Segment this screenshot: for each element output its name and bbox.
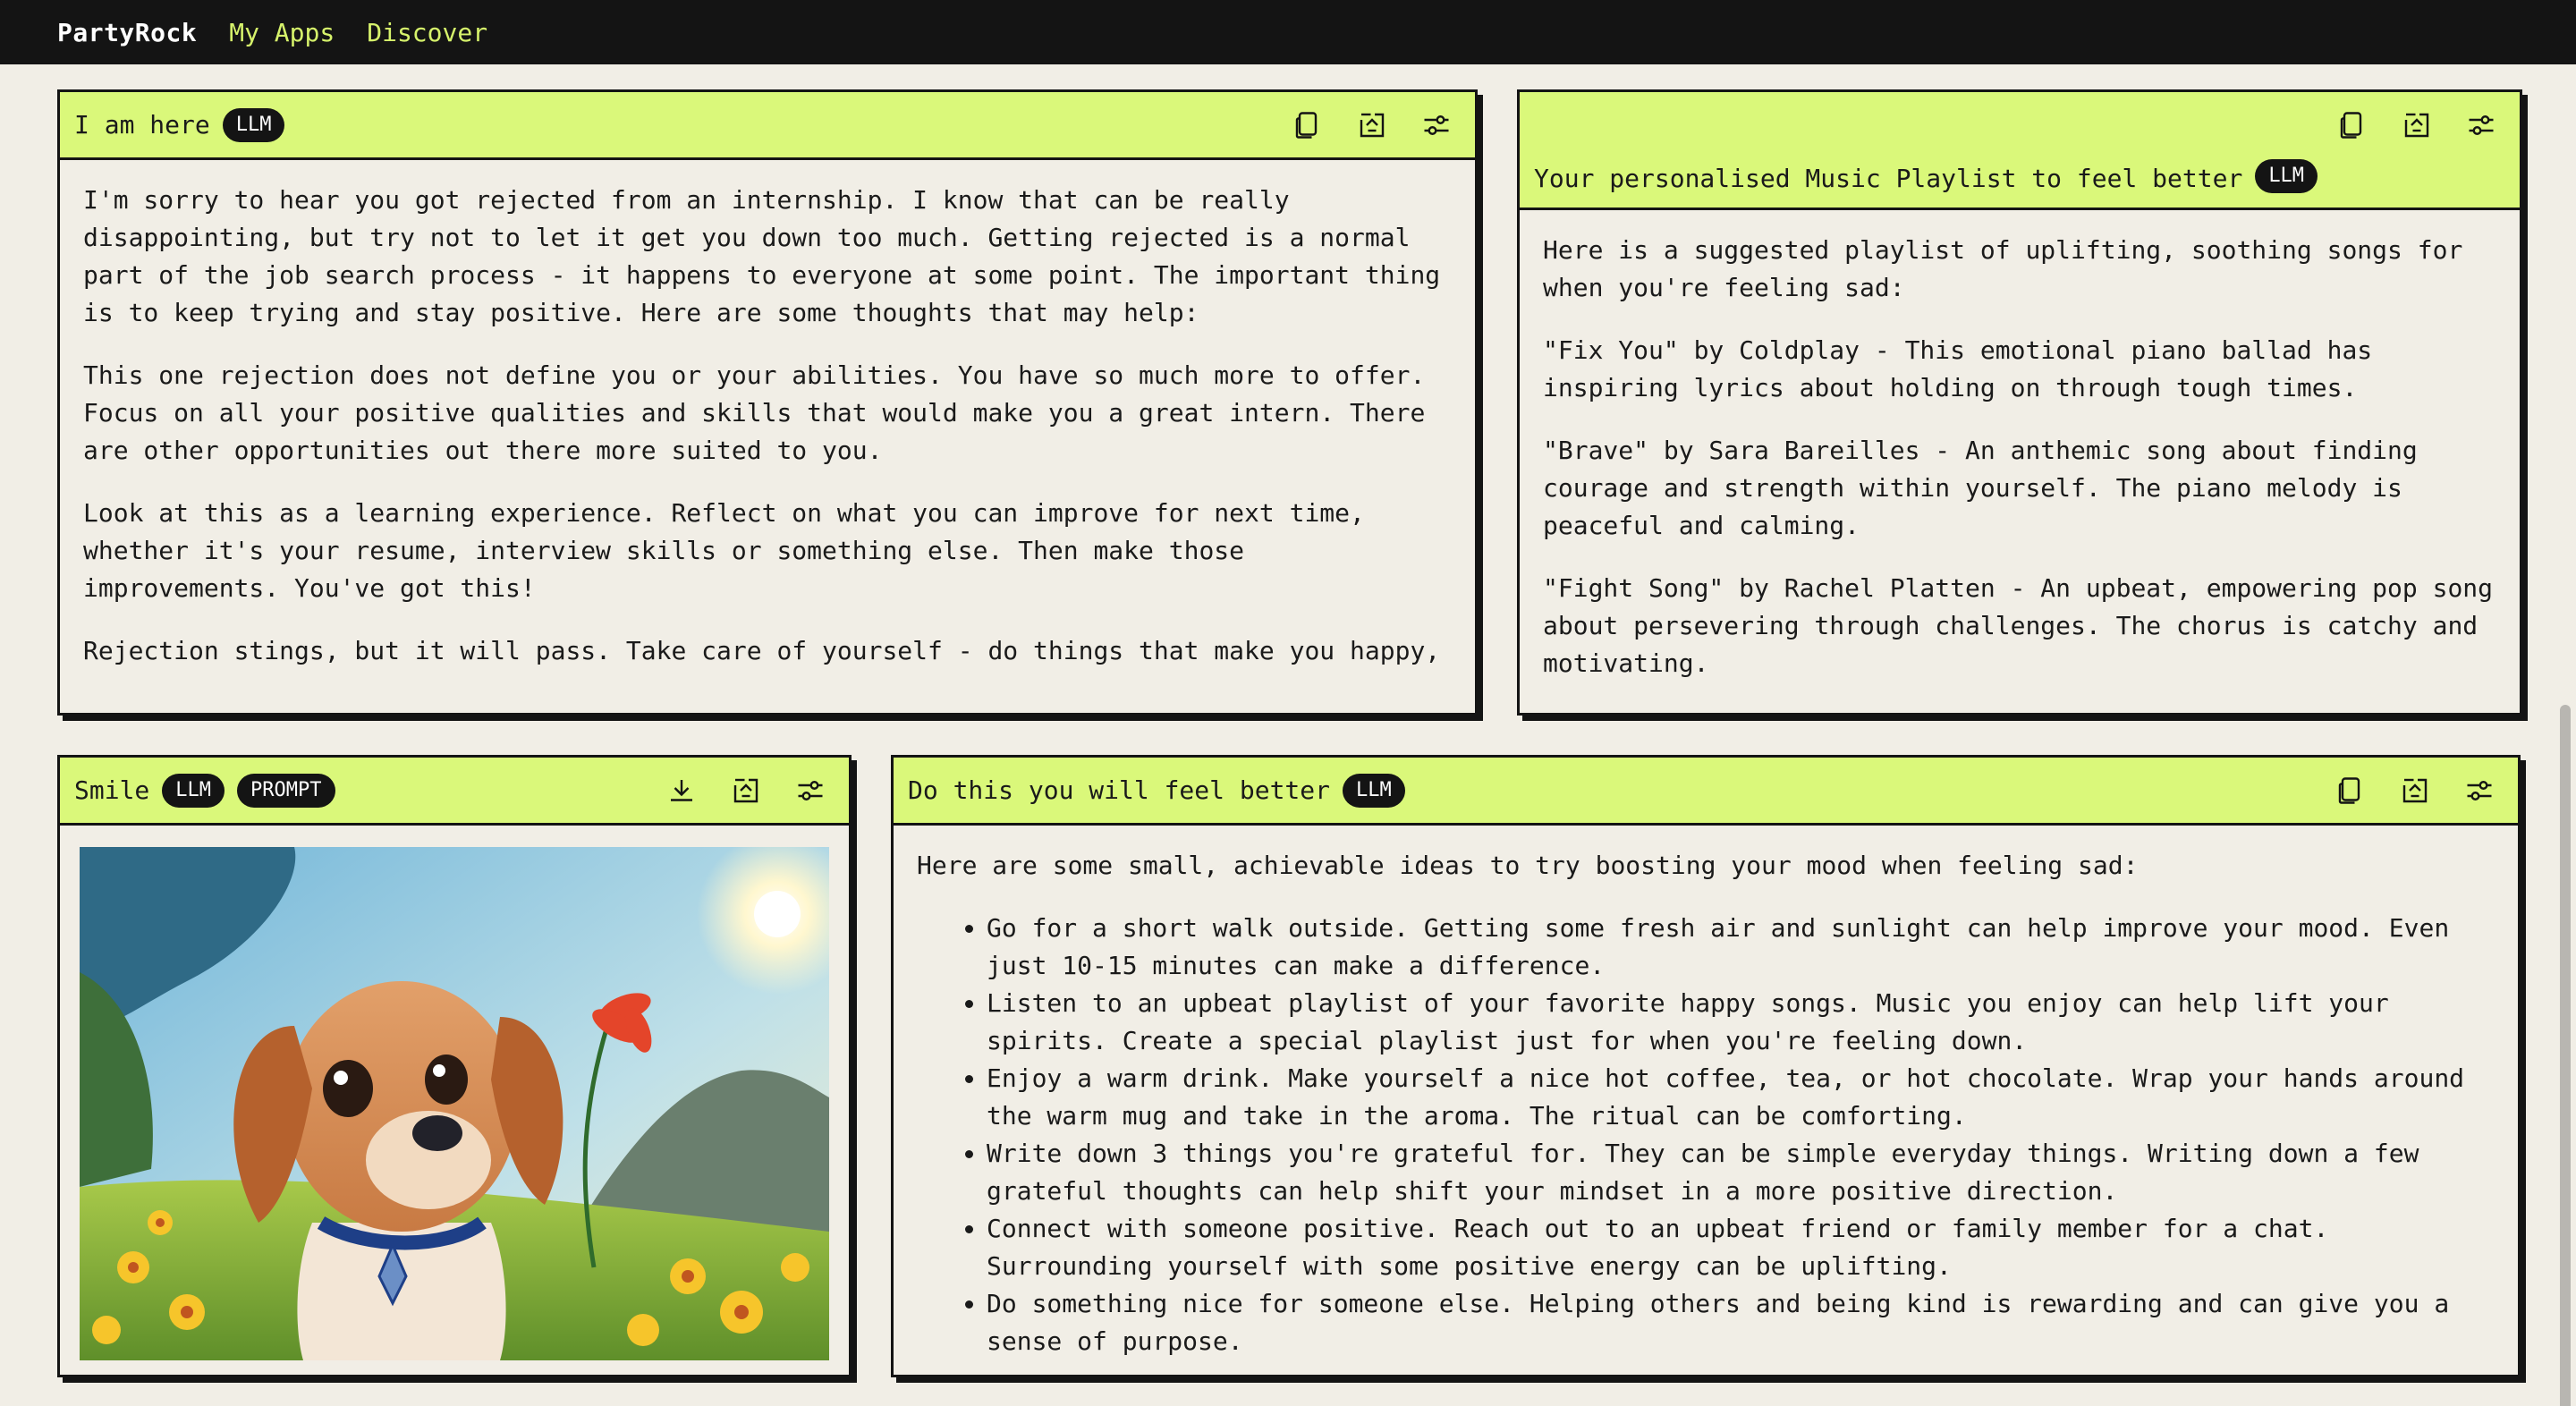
widget-toolbar [1291,108,1453,142]
copy-icon[interactable] [1291,108,1325,142]
widget-smile-image: Smile LLM PROMPT [57,755,852,1377]
widget-header: Your personalised Music Playlist to feel… [1520,92,2520,210]
response-paragraph: "Fix You" by Coldplay - This emotional p… [1543,335,2373,402]
export-icon[interactable] [729,774,763,808]
response-paragraph: Rejection stings, but it will pass. Take… [83,636,1441,665]
copy-icon[interactable] [2334,774,2368,808]
top-nav: PartyRock My Apps Discover [0,0,2576,64]
response-paragraph: "Brave" by Sara Bareilles - An anthemic … [1543,436,2418,540]
widget-header: Do this you will feel better LLM [894,758,2518,826]
llm-badge: LLM [1343,773,1405,808]
llm-badge: LLM [162,773,225,808]
llm-badge: LLM [2255,159,2318,193]
response-paragraph: Here is a suggested playlist of upliftin… [1543,235,2463,302]
sliders-icon[interactable] [2462,774,2496,808]
export-icon[interactable] [2398,774,2432,808]
widget-toolbar [2334,774,2496,808]
generated-puppy-image [80,847,829,1360]
widget-toolbar [665,774,827,808]
widget-title: Do this you will feel better [908,775,1331,805]
list-item: Go for a short walk outside. Getting som… [987,910,2495,985]
widget-content: I'm sorry to hear you got rejected from … [60,160,1475,713]
widget-music-playlist: Your personalised Music Playlist to feel… [1517,89,2522,716]
widget-title: Your personalised Music Playlist to feel… [1534,164,2243,193]
response-intro: Here are some small, achievable ideas to… [917,851,2139,880]
widget-title: Smile [74,775,150,805]
widget-toolbar [2335,108,2498,142]
nav-discover[interactable]: Discover [367,18,487,47]
prompt-badge: PROMPT [237,773,335,808]
response-paragraph: Look at this as a learning experience. R… [83,498,1365,603]
nav-my-apps[interactable]: My Apps [229,18,335,47]
widget-title: I am here [74,110,210,140]
page-scrollbar[interactable] [2555,64,2576,1406]
export-icon[interactable] [2400,108,2434,142]
widget-content: Here are some small, achievable ideas to… [894,826,2518,1373]
widget-content: Here is a suggested playlist of upliftin… [1520,210,2520,690]
widget-header: Smile LLM PROMPT [60,758,849,826]
suggestion-list: Go for a short walk outside. Getting som… [987,910,2495,1360]
sliders-icon[interactable] [1419,108,1453,142]
download-icon[interactable] [665,774,699,808]
sliders-icon[interactable] [2464,108,2498,142]
widget-header: I am here LLM [60,92,1475,160]
list-item: Enjoy a warm drink. Make yourself a nice… [987,1060,2495,1135]
list-item: Do something nice for someone else. Help… [987,1285,2495,1360]
widget-feel-better: Do this you will feel better LLM Here ar… [891,755,2521,1377]
sliders-icon[interactable] [793,774,827,808]
response-paragraph: I'm sorry to hear you got rejected from … [83,185,1441,327]
llm-badge: LLM [222,107,285,142]
widget-i-am-here: I am here LLM I'm sorry to hear you got … [57,89,1478,716]
list-item: Connect with someone positive. Reach out… [987,1210,2495,1285]
brand-logo[interactable]: PartyRock [57,18,197,47]
response-paragraph: "Fight Song" by Rachel Platten - An upbe… [1543,573,2494,678]
copy-icon[interactable] [2335,108,2369,142]
list-item: Listen to an upbeat playlist of your fav… [987,985,2495,1060]
response-paragraph: This one rejection does not define you o… [83,360,1426,465]
export-icon[interactable] [1355,108,1389,142]
scrollbar-thumb[interactable] [2560,705,2571,1406]
list-item: Write down 3 things you're grateful for.… [987,1135,2495,1210]
